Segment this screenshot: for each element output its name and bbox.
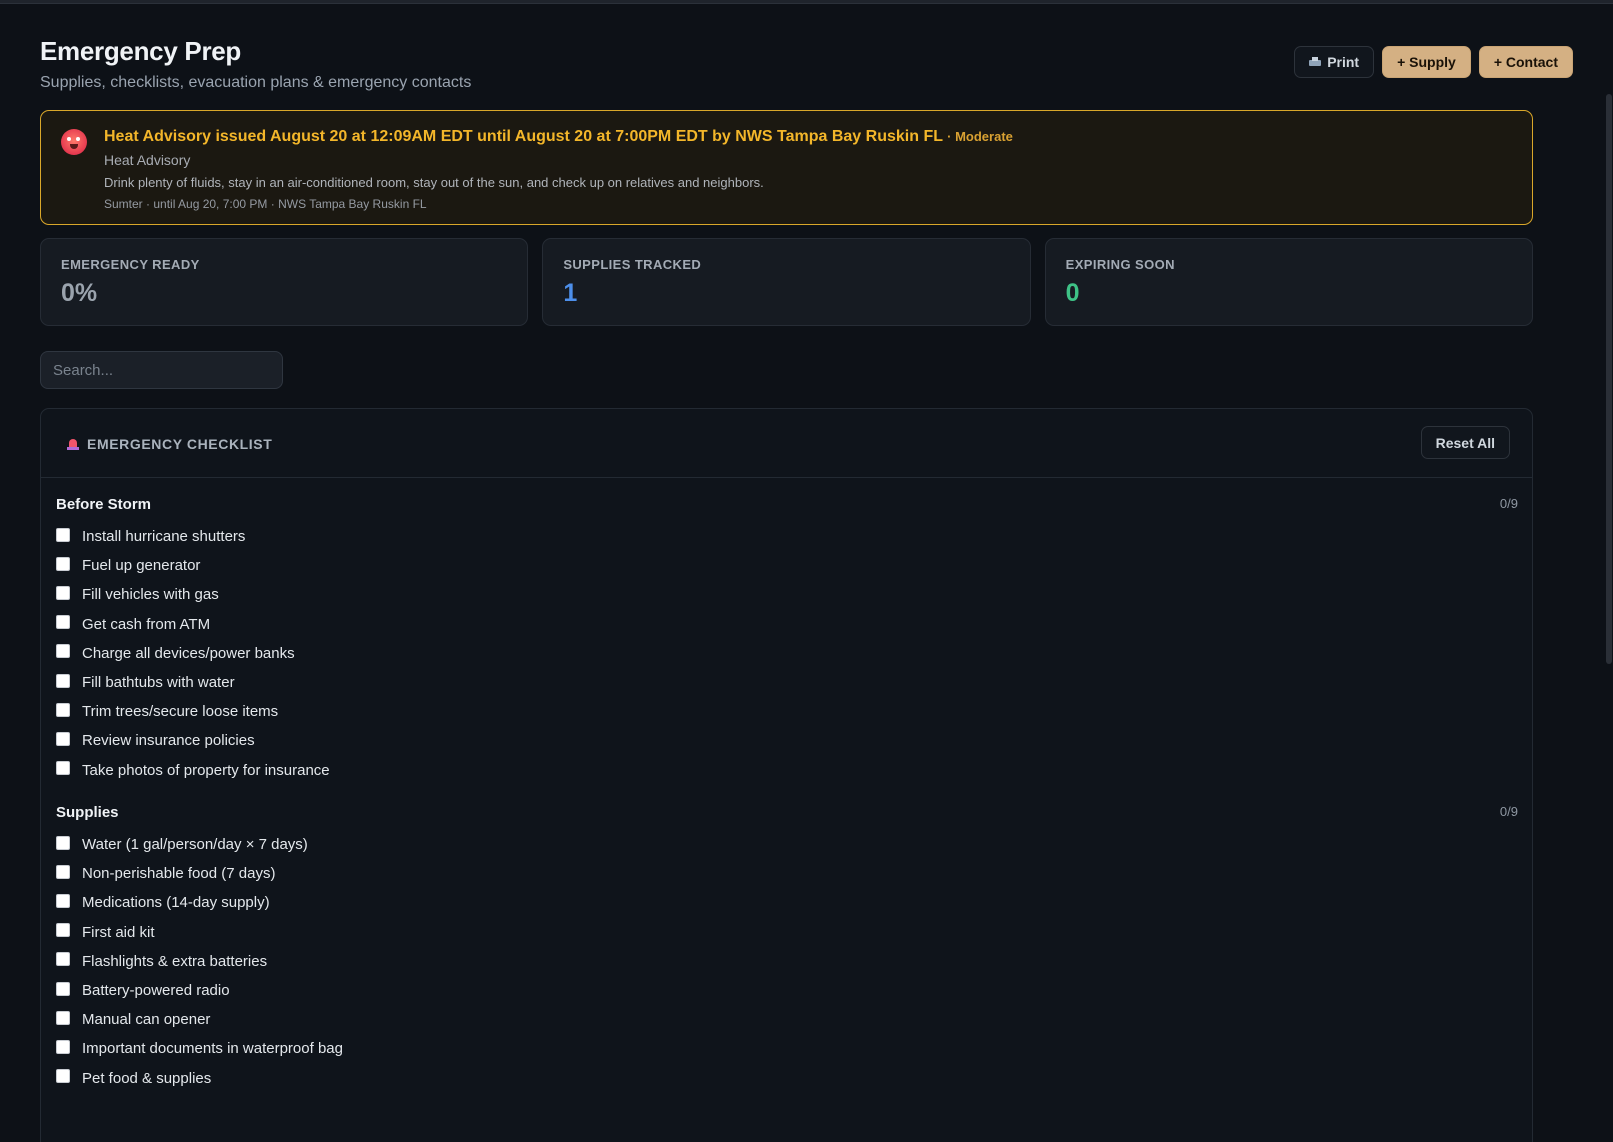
group-count-supplies: 0/9: [1499, 804, 1518, 819]
checklist-item-label: First aid kit: [82, 923, 155, 941]
checklist-checkbox[interactable]: [56, 585, 70, 600]
checklist-checkbox[interactable]: [56, 644, 70, 659]
checklist-checkbox[interactable]: [56, 1039, 70, 1054]
checklist-item[interactable]: Fuel up generator: [56, 551, 330, 580]
checklist-checkbox[interactable]: [56, 673, 70, 688]
checklist-checkbox[interactable]: [56, 615, 70, 630]
checklist-item[interactable]: Pet food & supplies: [56, 1064, 343, 1093]
add-supply-button[interactable]: + Supply: [1382, 46, 1471, 78]
checklist-item[interactable]: First aid kit: [56, 918, 343, 947]
checklist-item-label: Take photos of property for insurance: [82, 761, 330, 779]
stat-value: 0%: [61, 279, 98, 307]
checklist-item[interactable]: Battery-powered radio: [56, 976, 343, 1005]
stat-card-expiring-soon: EXPIRING SOON 0: [1044, 238, 1533, 326]
checklist-title: EMERGENCY CHECKLIST: [87, 436, 273, 452]
stat-card-supplies-tracked: SUPPLIES TRACKED 1: [542, 238, 1031, 326]
checklist-item[interactable]: Fill bathtubs with water: [56, 668, 330, 697]
checklist-item-label: Flashlights & extra batteries: [82, 952, 268, 970]
stat-card-emergency-ready: EMERGENCY READY 0%: [40, 238, 529, 326]
checklist-item[interactable]: Trim trees/secure loose items: [56, 697, 330, 726]
checklist-checkbox[interactable]: [56, 761, 70, 776]
emergency-checklist-panel: EMERGENCY CHECKLIST Reset All Before Sto…: [40, 408, 1533, 1142]
stat-label: EXPIRING SOON: [1065, 257, 1175, 272]
checklist-item[interactable]: Water (1 gal/person/day × 7 days): [56, 830, 343, 859]
scrollbar-thumb[interactable]: [1606, 94, 1612, 664]
checklist-checkbox[interactable]: [56, 835, 70, 850]
checklist-checkbox[interactable]: [56, 864, 70, 879]
checklist-checkbox[interactable]: [56, 981, 70, 996]
checklist-item[interactable]: Get cash from ATM: [56, 610, 330, 639]
checklist-before-storm: Install hurricane shutters Fuel up genera…: [56, 522, 330, 785]
checklist-item-label: Manual can opener: [82, 1011, 211, 1029]
page-header: Emergency Prep Supplies, checklists, eva…: [40, 36, 1573, 96]
checklist-checkbox[interactable]: [56, 527, 70, 542]
stat-label: SUPPLIES TRACKED: [563, 257, 702, 272]
page-subtitle: Supplies, checklists, evacuation plans &…: [40, 74, 472, 91]
checklist-item[interactable]: Flashlights & extra batteries: [56, 947, 343, 976]
checklist-checkbox[interactable]: [56, 952, 70, 967]
checklist-item-label: Trim trees/secure loose items: [82, 703, 279, 721]
group-title-supplies: Supplies: [56, 804, 119, 821]
checklist-item-label: Medications (14-day supply): [82, 894, 270, 912]
checklist-checkbox[interactable]: [56, 702, 70, 717]
checklist-item-label: Non-perishable food (7 days): [82, 865, 276, 883]
checklist-item-label: Important documents in waterproof bag: [82, 1040, 343, 1058]
checklist-item-label: Fill bathtubs with water: [82, 674, 235, 692]
alert-severity: · Moderate: [947, 129, 1013, 144]
checklist-item-label: Install hurricane shutters: [82, 528, 246, 546]
add-contact-button[interactable]: + Contact: [1478, 46, 1573, 78]
checklist-panel-header: EMERGENCY CHECKLIST Reset All: [41, 409, 1532, 478]
checklist-item-label: Get cash from ATM: [82, 615, 211, 633]
checklist-checkbox[interactable]: [56, 1010, 70, 1025]
search-input[interactable]: [40, 351, 283, 389]
checklist-item-label: Review insurance policies: [82, 732, 255, 750]
group-count-before-storm: 0/9: [1499, 496, 1518, 511]
window-top-edge: [0, 0, 1613, 4]
stat-label: EMERGENCY READY: [61, 257, 200, 272]
group-title-before-storm: Before Storm: [56, 496, 152, 513]
printer-icon: [1309, 57, 1322, 67]
stats-row: EMERGENCY READY 0% SUPPLIES TRACKED 1 EX…: [40, 238, 1533, 326]
checklist-item-label: Pet food & supplies: [82, 1069, 212, 1087]
checklist-checkbox[interactable]: [56, 1069, 70, 1084]
checklist-checkbox[interactable]: [56, 731, 70, 746]
reset-all-button[interactable]: Reset All: [1420, 426, 1510, 459]
print-button[interactable]: Print: [1294, 46, 1375, 78]
stat-value: 0: [1065, 279, 1080, 307]
print-button-label: Print: [1327, 54, 1360, 70]
checklist-checkbox[interactable]: [56, 923, 70, 938]
checklist-item[interactable]: Medications (14-day supply): [56, 888, 343, 917]
checklist-item[interactable]: Manual can opener: [56, 1005, 343, 1034]
checklist-item[interactable]: Take photos of property for insurance: [56, 756, 330, 785]
alert-event: Heat Advisory: [104, 152, 191, 168]
alert-description: Drink plenty of fluids, stay in an air-c…: [104, 175, 764, 190]
checklist-checkbox[interactable]: [56, 893, 70, 908]
checklist-item[interactable]: Important documents in waterproof bag: [56, 1034, 343, 1063]
checklist-item[interactable]: Install hurricane shutters: [56, 522, 330, 551]
checklist-item[interactable]: Review insurance policies: [56, 726, 330, 755]
checklist-supplies: Water (1 gal/person/day × 7 days) Non-per…: [56, 830, 343, 1093]
page-title: Emergency Prep: [40, 36, 242, 66]
stat-value: 1: [563, 279, 578, 307]
checklist-item[interactable]: Non-perishable food (7 days): [56, 859, 343, 888]
checklist-checkbox[interactable]: [56, 556, 70, 571]
checklist-item-label: Fuel up generator: [82, 557, 201, 575]
weather-alert-banner: Heat Advisory issued August 20 at 12:09A…: [40, 110, 1533, 225]
checklist-item-label: Fill vehicles with gas: [82, 586, 219, 604]
checklist-item-label: Charge all devices/power banks: [82, 644, 295, 662]
checklist-item-label: Water (1 gal/person/day × 7 days): [82, 836, 308, 854]
alert-meta: Sumter · until Aug 20, 7:00 PM · NWS Tam…: [104, 197, 427, 211]
checklist-item-label: Battery-powered radio: [82, 982, 230, 1000]
alert-title: Heat Advisory issued August 20 at 12:09A…: [104, 128, 1013, 146]
checklist-item[interactable]: Charge all devices/power banks: [56, 639, 330, 668]
header-actions: Print + Supply + Contact: [1294, 46, 1573, 78]
siren-icon: [67, 437, 79, 451]
page-scrollbar[interactable]: [1605, 4, 1613, 1142]
alert-headline: Heat Advisory issued August 20 at 12:09A…: [104, 128, 943, 145]
hot-face-icon: [61, 129, 87, 155]
checklist-item[interactable]: Fill vehicles with gas: [56, 580, 330, 609]
